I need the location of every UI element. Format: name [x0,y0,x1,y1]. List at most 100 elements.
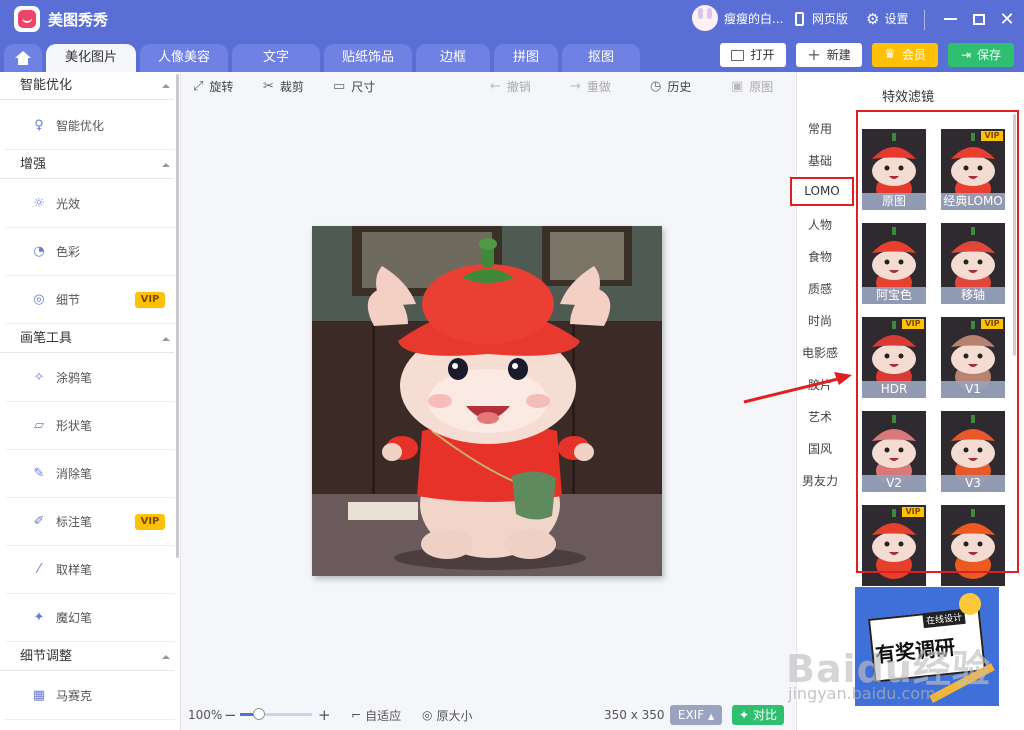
original-size-label: 原大小 [436,708,473,723]
section-label: 智能优化 [20,78,73,93]
tool-label: 色彩 [56,245,81,259]
minimize-icon [943,18,957,20]
tab-stickers[interactable]: 贴纸饰品 [324,44,412,72]
scissors-icon: ✂ [263,79,274,94]
tool-doodle[interactable]: ✧ 涂鸦笔 [5,354,175,402]
wand-icon: ✦ [33,610,45,625]
avatar[interactable] [692,5,718,31]
tool-magic[interactable]: ✦ 魔幻笔 [5,594,175,642]
tool-eraser[interactable]: ✎ 消除笔 [5,450,175,498]
open-button[interactable]: 打开 [720,43,786,67]
tool-light[interactable]: ☼ 光效 [5,180,175,228]
settings-button[interactable]: ⚙ 设置 [866,10,908,27]
section-detail-adjust[interactable]: 细节调整 [0,643,174,671]
tool-label: 形状笔 [56,419,93,433]
sidebar-scrollbar[interactable] [176,74,179,558]
zoom-in-button[interactable]: + [318,706,331,724]
history-button[interactable]: ◷ 历史 [650,78,691,95]
magnifier-icon: ◎ [422,708,433,722]
rotate-button[interactable]: ⤢ 旋转 [193,78,233,95]
close-button[interactable]: ✕ [997,9,1017,30]
section-smart[interactable]: 智能优化 [0,72,174,100]
category-portrait[interactable]: 人物 [796,216,844,233]
magnifier-icon: ◎ [33,292,45,307]
category-basic[interactable]: 基础 [796,152,844,169]
category-fashion[interactable]: 时尚 [796,312,844,329]
category-chinese-style[interactable]: 国风 [796,440,844,457]
minimize-button[interactable] [940,9,960,29]
gear-icon: ⚙ [866,9,880,28]
tool-color[interactable]: ◔ 色彩 [5,228,175,276]
user-name[interactable]: 瘦瘦的白... [724,10,783,27]
user-menu[interactable]: 瘦瘦的白... [692,5,783,31]
category-cinematic[interactable]: 电影感 [796,344,844,361]
tool-label: 标注笔 [56,515,93,529]
undo-label: 撤销 [506,80,531,94]
tab-border[interactable]: 边框 [416,44,490,72]
bulb-icon: ♀ [34,118,44,133]
category-texture[interactable]: 质感 [796,280,844,297]
zoom-value: 100% [188,707,222,723]
zoom-slider-handle[interactable] [253,708,265,720]
tool-label: 智能优化 [56,119,105,133]
member-button[interactable]: ♛ 会员 [872,43,938,67]
vip-badge: VIP [135,292,165,308]
crop-button[interactable]: ✂ 裁剪 [263,78,304,95]
section-label: 画笔工具 [20,331,73,346]
export-icon: ⇥ [960,48,972,62]
collapse-icon [162,655,170,659]
new-button[interactable]: + 新建 [796,43,862,67]
maximize-button[interactable] [969,9,989,29]
home-icon [15,50,31,65]
fit-button[interactable]: ⌐ 自适应 [351,707,401,723]
undo-button[interactable]: ← 撤销 [490,78,531,95]
app-window: 美图秀秀 瘦瘦的白... 网页版 ⚙ 设置 ✕ 美化图片 人像美容 文字 贴纸饰… [0,0,1024,730]
rotate-icon: ⤢ [193,79,204,94]
category-art[interactable]: 艺术 [796,408,844,425]
category-common[interactable]: 常用 [796,120,844,137]
home-tab[interactable] [4,44,42,72]
web-version-button[interactable]: 网页版 [795,10,848,27]
tool-annotate[interactable]: ✐ 标注笔 VIP [5,498,175,546]
image-dimensions: 350 x 350 [604,707,665,723]
tab-text[interactable]: 文字 [232,44,320,72]
photo-canvas[interactable] [312,226,662,576]
tool-detail[interactable]: ◎ 细节 VIP [5,276,175,324]
section-enhance[interactable]: 增强 [0,151,174,179]
exif-button[interactable]: EXIF ▲ [670,705,722,725]
tab-cutout[interactable]: 抠图 [562,44,640,72]
save-label: 保存 [977,48,1002,62]
category-lomo[interactable]: LOMO [790,177,854,206]
tool-mosaic[interactable]: ▦ 马赛克 [5,672,175,720]
original-button[interactable]: ▣ 原图 [731,78,773,95]
watermark-url: jingyan.baidu.com [788,684,936,703]
category-food[interactable]: 食物 [796,248,844,265]
tab-portrait[interactable]: 人像美容 [140,44,228,72]
filter-panel-title: 特效滤镜 [882,90,935,105]
compare-button[interactable]: ✦ 对比 [732,705,784,725]
minus-icon: − [224,706,237,724]
filter-scrollbar[interactable] [1013,114,1016,356]
history-label: 历史 [667,80,692,94]
resize-button[interactable]: ▭ 尺寸 [333,78,375,95]
collapse-icon [162,337,170,341]
tool-label: 光效 [56,197,81,211]
category-boyfriend[interactable]: 男友力 [796,472,844,489]
section-brush[interactable]: 画笔工具 [0,325,174,353]
redo-button[interactable]: → 重做 [570,78,611,95]
save-button[interactable]: ⇥ 保存 [948,43,1014,67]
member-label: 会员 [901,48,926,62]
sparkle-icon: ✦ [739,708,750,722]
brush-icon: ✧ [33,370,45,385]
redo-label: 重做 [586,80,611,94]
tool-sampler[interactable]: ⁄ 取样笔 [5,546,175,594]
tab-beautify[interactable]: 美化图片 [46,44,136,72]
fit-label: 自适应 [365,708,402,723]
zoom-out-button[interactable]: − [224,706,237,724]
red-arrow-annotation [743,372,852,404]
tab-collage[interactable]: 拼图 [494,44,558,72]
plus-icon: + [318,706,331,724]
tool-shape[interactable]: ▱ 形状笔 [5,402,175,450]
original-size-button[interactable]: ◎ 原大小 [422,707,473,723]
tool-smart-optimize[interactable]: ♀ 智能优化 [5,102,175,150]
